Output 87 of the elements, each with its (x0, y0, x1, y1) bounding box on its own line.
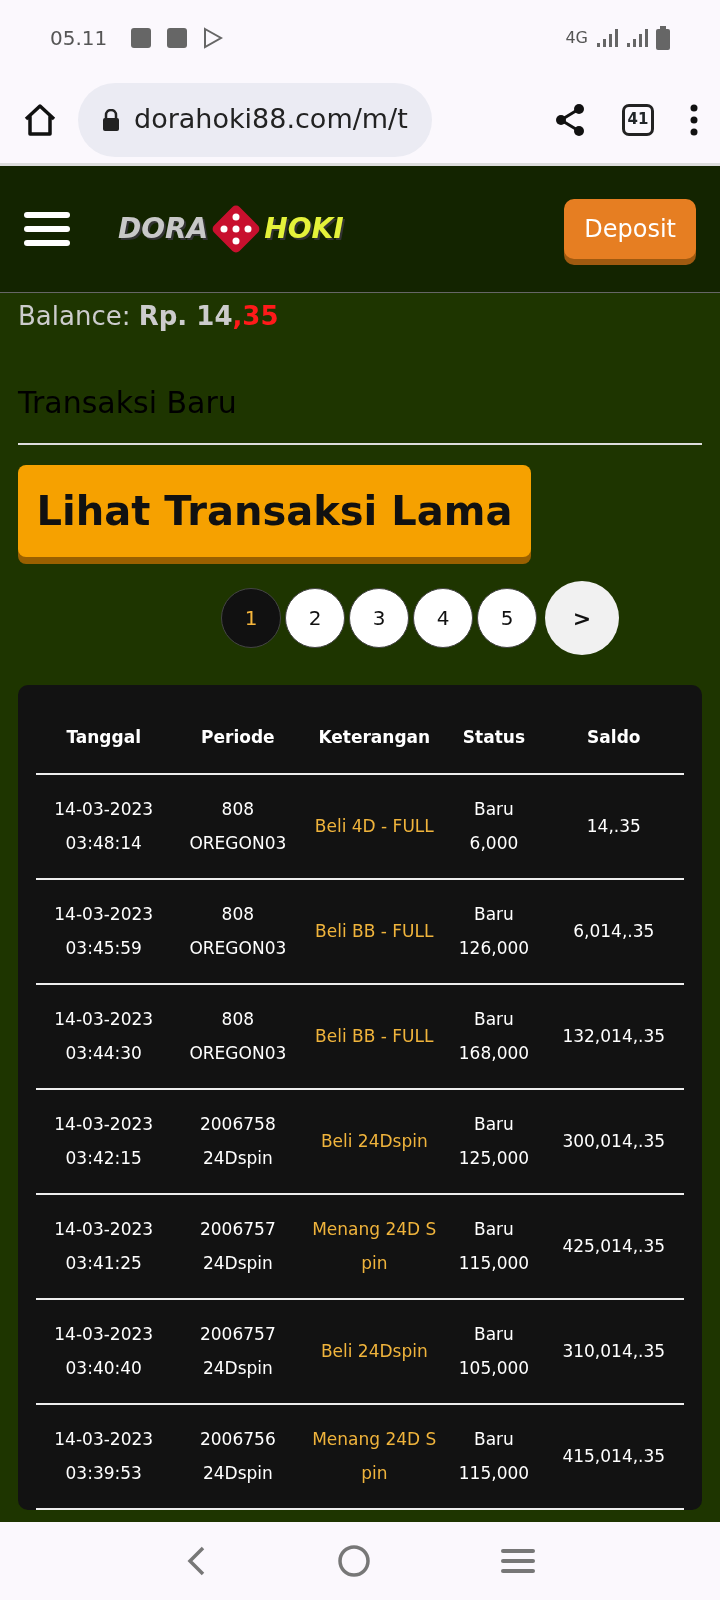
table-cell-text: 2006757 (199, 1218, 277, 1241)
page-button[interactable]: 1 (221, 588, 281, 648)
next-page-button[interactable]: > (545, 581, 619, 655)
play-icon (203, 27, 224, 49)
signal-icon (626, 28, 648, 48)
table-cell-text: Baru (473, 1218, 515, 1241)
table-cell-text: 14-03-2023 (53, 903, 155, 926)
table-cell-text: Menang 24D Spin (311, 1218, 438, 1275)
table-cell-text: OREGON03 (188, 1042, 288, 1065)
back-icon[interactable] (185, 1545, 207, 1577)
table-cell-text: 132,014,.35 (561, 1025, 667, 1048)
home-icon[interactable] (22, 101, 58, 138)
page-button[interactable]: 3 (349, 588, 409, 648)
table-cell-text: 808 (220, 903, 256, 926)
menu-icon[interactable] (690, 103, 698, 136)
table-cell-text: 6,000 (468, 832, 520, 855)
page-button[interactable]: 5 (477, 588, 537, 648)
table-cell-text: OREGON03 (188, 832, 288, 855)
network-label: 4G (565, 27, 588, 49)
balance-text: Balance: Rp. 14,35 (18, 300, 280, 333)
table-cell-text: Beli BB - FULL (314, 1025, 435, 1048)
table-cell-text: Beli 4D - FULL (313, 815, 435, 838)
table-cell-text: Baru (473, 1113, 515, 1136)
table-cell-text: 24Dspin (201, 1147, 274, 1170)
battery-icon (656, 26, 670, 50)
page-button[interactable]: 2 (285, 588, 345, 648)
column-header: Saldo (543, 703, 684, 774)
lock-icon (102, 108, 120, 131)
table-cell-text: Beli BB - FULL (314, 920, 435, 943)
logo-text: DORA (118, 211, 209, 247)
table-cell-text: 168,000 (457, 1042, 531, 1065)
table-cell-text: 425,014,.35 (561, 1235, 667, 1258)
clock: 05.11 (50, 25, 108, 52)
signal-icon (596, 28, 618, 48)
table-cell-text: Baru (473, 1428, 515, 1451)
table-cell-text: Baru (473, 1323, 515, 1346)
table-cell-text: 14-03-2023 (53, 1113, 155, 1136)
table-cell-text: 24Dspin (201, 1357, 274, 1380)
table-cell-text: 03:41:25 (64, 1252, 143, 1275)
table-cell-text: 03:44:30 (64, 1042, 143, 1065)
table-cell-text: Baru (473, 903, 515, 926)
table-cell-text: 2006757 (199, 1323, 277, 1346)
table-cell-text: 115,000 (457, 1252, 531, 1275)
logo-text: HOKI (264, 211, 344, 247)
table-cell-text: 6,014,.35 (572, 920, 656, 943)
table-cell-text: 03:48:14 (64, 832, 143, 855)
column-header: Status (444, 703, 544, 774)
app-icon (131, 28, 152, 48)
table-cell-text: Menang 24D Spin (311, 1428, 438, 1485)
table-cell-text: 14-03-2023 (53, 1008, 155, 1031)
share-icon[interactable] (554, 102, 586, 137)
table-cell-text: 14-03-2023 (53, 1218, 155, 1241)
table-cell-text: Beli 24Dspin (319, 1340, 429, 1363)
address-bar[interactable]: dorahoki88.com/m/t (78, 82, 432, 157)
table-cell-text: OREGON03 (188, 937, 288, 960)
table-cell-text: 14-03-2023 (53, 1428, 155, 1451)
column-header: Periode (171, 703, 305, 774)
table-cell-text: 310,014,.35 (561, 1340, 667, 1363)
table-cell-text: 415,014,.35 (561, 1445, 667, 1468)
table-cell-text: 03:39:53 (64, 1462, 143, 1485)
recents-icon[interactable] (501, 1547, 535, 1575)
table-cell-text: Beli 24Dspin (319, 1130, 429, 1153)
table-cell-text: 14,.35 (585, 815, 642, 838)
table-cell-text: 2006756 (199, 1428, 277, 1451)
table-cell-text: 14-03-2023 (53, 1323, 155, 1346)
table-cell-text: 03:40:40 (64, 1357, 143, 1380)
table-cell-text: 14-03-2023 (53, 798, 155, 821)
table-cell-text: 115,000 (457, 1462, 531, 1485)
table-cell-text: Baru (473, 1008, 515, 1031)
table-cell-text: 24Dspin (201, 1252, 274, 1275)
table-cell-text: 808 (220, 798, 256, 821)
table-cell-text: 03:42:15 (64, 1147, 143, 1170)
app-icon (167, 28, 188, 48)
table-cell-text: Baru (473, 798, 515, 821)
column-header: Keterangan (304, 703, 445, 774)
tab-count[interactable]: 41 (622, 103, 654, 136)
table-cell-text: 125,000 (457, 1147, 531, 1170)
page-button[interactable]: 4 (413, 588, 473, 648)
table-cell-text: 2006758 (199, 1113, 277, 1136)
table-cell-text: 126,000 (457, 937, 531, 960)
table-cell-text: 03:45:59 (64, 937, 143, 960)
table-cell-text: 808 (220, 1008, 256, 1031)
column-header: Tanggal (36, 703, 172, 774)
table-cell-text: 105,000 (457, 1357, 531, 1380)
table-cell-text: 300,014,.35 (561, 1130, 667, 1153)
menu-icon[interactable] (24, 212, 70, 246)
table-cell-text: 24Dspin (201, 1462, 274, 1485)
